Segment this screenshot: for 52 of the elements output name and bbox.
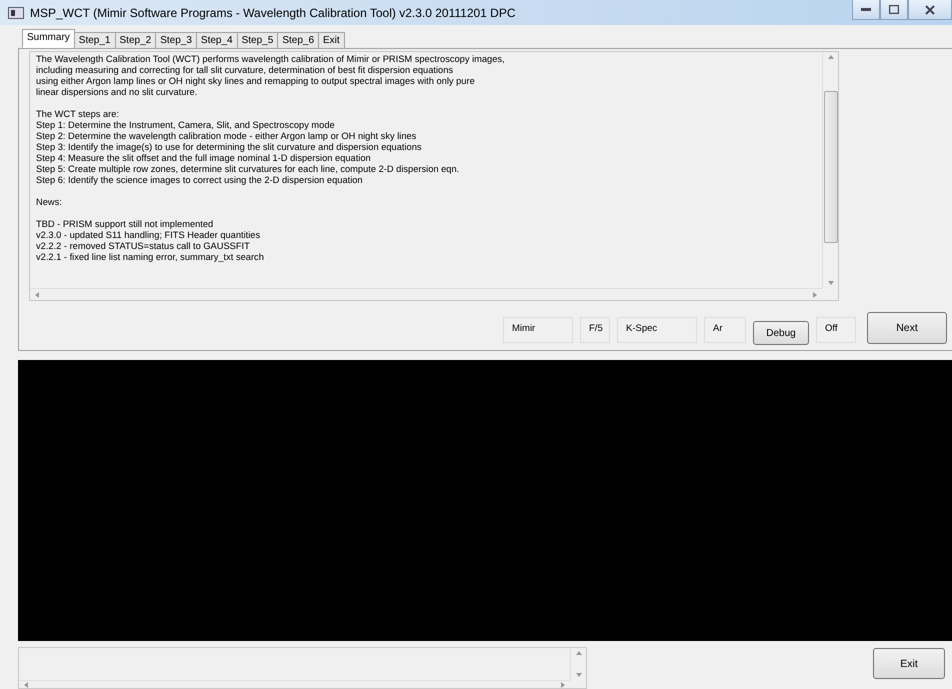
tab[interactable]: Step_4 <box>196 32 238 48</box>
summary-line: linear dispersions and no slit curvature. <box>36 87 198 98</box>
close-button[interactable] <box>908 0 952 20</box>
summary-line: Step 5: Create multiple row zones, determine slit curvatures for each line, compute 2-D dispersion eqn. <box>36 164 460 175</box>
tab[interactable]: Step_1 <box>74 32 116 48</box>
vertical-scrollbar[interactable] <box>822 52 838 288</box>
summary-line: Step 2: Determine the wavelength calibration mode - either Argon lamp or OH night sky lines <box>36 131 418 142</box>
app-icon <box>8 6 24 18</box>
summary-line: TBD - PRISM support still not implemented <box>36 219 214 230</box>
debug-button[interactable]: Debug <box>753 321 809 345</box>
summary-line: v2.2.2 - removed STATUS=status call to GAUSSFIT <box>36 241 251 252</box>
minimize-button[interactable] <box>852 0 880 20</box>
summary-line: including measuring and correcting for tall slit curvature, determination of best fit dispersion equations <box>36 65 454 76</box>
summary-line: v2.2.1 - fixed line list naming error, summary_txt search <box>36 252 265 263</box>
summary-line: Step 3: Identify the image(s) to use for determining the slit curvature and dispersion equations <box>36 142 423 153</box>
scroll-left-icon[interactable] <box>23 680 29 688</box>
summary-line: Step 4: Measure the slit offset and the full image nominal 1-D dispersion equation <box>36 153 372 164</box>
scroll-up-icon[interactable] <box>574 650 582 656</box>
scroll-down-icon[interactable] <box>826 280 834 286</box>
scroll-up-icon[interactable] <box>826 54 834 60</box>
horizontal-scrollbar[interactable] <box>30 288 822 300</box>
next-button[interactable]: Next <box>867 312 947 344</box>
scroll-left-icon[interactable] <box>34 290 40 298</box>
scroll-right-icon[interactable] <box>560 680 566 688</box>
scroll-down-icon[interactable] <box>574 672 582 678</box>
horizontal-scrollbar[interactable] <box>19 680 570 688</box>
exit-button[interactable]: Exit <box>873 648 945 679</box>
tab[interactable]: Step_3 <box>155 32 197 48</box>
tab[interactable]: Step_5 <box>236 32 278 48</box>
summary-line: using either Argon lamp lines or OH night sky lines and remapping to output spectral images with only pure <box>36 76 476 87</box>
tab[interactable]: Summary <box>22 29 75 48</box>
summary-line: The WCT steps are: <box>36 109 120 120</box>
close-icon <box>925 4 935 14</box>
scroll-thumb[interactable] <box>824 91 838 243</box>
summary-line: v2.3.0 - updated S11 handling; FITS Header quantities <box>36 230 262 241</box>
tab[interactable]: Step_2 <box>114 32 156 48</box>
tab[interactable]: Exit <box>318 32 345 48</box>
summary-line: Step 6: Identify the science images to correct using the 2-D dispersion equation <box>36 175 364 186</box>
tab[interactable]: Step_6 <box>277 32 320 48</box>
maximize-icon <box>889 5 899 14</box>
status-field: F/5 <box>580 317 610 343</box>
scroll-right-icon[interactable] <box>812 290 818 298</box>
maximize-button[interactable] <box>880 0 908 20</box>
summary-line: Step 1: Determine the Instrument, Camera, Slit, and Spectroscopy mode <box>36 120 336 131</box>
minimize-icon <box>861 8 871 12</box>
summary-line: The Wavelength Calibration Tool (WCT) performs wavelength calibration of Mimir or PRISM spectroscopy images, <box>36 54 506 65</box>
status-field: Ar <box>704 317 746 343</box>
status-field: Mimir <box>503 317 573 343</box>
status-field: K-Spec <box>617 317 697 343</box>
debug-state-field: Off <box>816 317 856 343</box>
window-title: MSP_WCT (Mimir Software Programs - Wavelength Calibration Tool) v2.3.0 20111201 DPC <box>30 6 517 20</box>
summary-line: News: <box>36 197 63 208</box>
